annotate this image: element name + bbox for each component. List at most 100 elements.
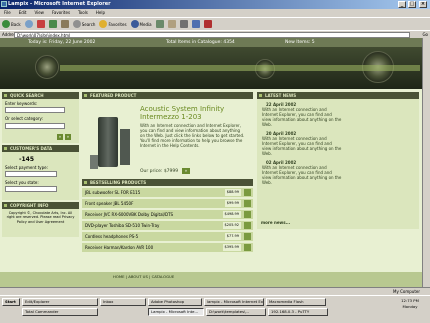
product-row[interactable]: Cordless headphones PS-5 $77.99 [82,232,253,241]
menu-favorites[interactable]: Favorites [52,9,70,17]
cart-icon[interactable] [244,222,251,229]
toolbar: Back Search Favorites Media [0,17,430,30]
taskbar-button[interactable]: lampix - Microsoft Internet Ex... [204,298,264,306]
start-button[interactable]: Start [2,298,20,306]
home-icon[interactable] [60,20,69,28]
taskbar-button[interactable]: D:\work\templates\... [206,308,266,316]
product-name[interactable]: Receiver JVC RX-6000VBK Dolby Digital/DT… [85,212,173,217]
product-name[interactable]: JBL subwoofer SL FOR E115 [85,190,140,195]
minimize-button[interactable]: _ [398,1,406,8]
product-row[interactable]: Receiver JVC RX-6000VBK Dolby Digital/DT… [82,210,253,219]
site-footer [0,272,422,287]
search-button[interactable]: Search [72,20,95,28]
taskbar: Start Edit/Explorer Inbox Adobe Photosho… [0,295,430,323]
news-text: With an Internet connection and Internet… [262,165,342,185]
menu-view[interactable]: View [34,9,44,17]
product-name[interactable]: Cordless headphones PS-5 [85,234,138,239]
payment-label: Select payment type: [5,165,48,170]
featured-product-name[interactable]: Acoustic System Infinity Intermezzo 1-20… [140,105,250,121]
category-select[interactable] [5,123,65,129]
bestselling-list: JBL subwoofer SL FOR E115 $88.99 Front sp… [82,186,253,252]
history-icon[interactable] [155,20,164,28]
product-row[interactable]: Front speaker JBL 5450F $99.99 [82,199,253,208]
taskbar-button[interactable]: Edit/Explorer [22,298,98,306]
product-price: $88.99 [224,189,241,196]
cart-icon[interactable] [244,189,251,196]
print-icon[interactable] [179,20,188,28]
menu-edit[interactable]: Edit [19,9,27,17]
speaker-graphic-left [35,55,59,79]
favorites-button[interactable]: Favorites [99,20,127,28]
product-row[interactable]: DVD-player Toshiba SD-510 Twin-Tray $205.… [82,221,253,230]
stop-icon[interactable] [36,20,45,28]
news-text: With an Internet connection and Internet… [262,107,342,127]
maximize-button[interactable]: □ [408,1,416,8]
taskbar-button[interactable]: Adobe Photoshop [148,298,202,306]
taskbar-button-active[interactable]: Lampix - Microsoft Inte... [148,308,204,316]
cart-icon[interactable] [244,211,251,218]
total-items: Total Items in Catalogue: 4354 [166,40,235,45]
product-row[interactable]: JBL subwoofer SL FOR E115 $88.99 [82,188,253,197]
cart-icon[interactable] [244,200,251,207]
window-titlebar: Lampix - Microsoft Internet Explorer _ □… [0,0,430,9]
web-page: Today is: Friday, 22 June 2002 Total Ite… [0,38,422,287]
menu-tools[interactable]: Tools [78,9,88,17]
news-box: 22 April 2002 With an Internet connectio… [257,99,419,229]
vertical-scrollbar[interactable] [422,38,430,287]
product-price: $77.99 [224,233,241,240]
window-title: Lampix - Microsoft Internet Explorer [8,1,111,7]
keywords-input[interactable] [5,107,65,113]
speaker-small-image [90,155,98,169]
customers-box: -145 Select payment type: Select you sta… [2,152,79,200]
star-icon [99,20,108,28]
speaker-product-image [98,117,118,167]
more-news-link[interactable]: more news... [261,220,290,225]
taskbar-button[interactable]: Macromedia Flash [266,298,326,306]
close-button[interactable]: × [419,1,427,8]
banner-stripe [60,65,420,71]
cart-icon[interactable] [244,244,251,251]
news-text: With an Internet connection and Internet… [262,136,342,156]
taskbar-button[interactable]: Total Commander [22,308,98,316]
state-select[interactable] [5,186,57,192]
edit-icon[interactable] [191,20,200,28]
search-go-button[interactable]: » [57,134,63,140]
featured-buy-button[interactable]: » [182,168,190,174]
refresh-icon[interactable] [48,20,57,28]
forward-arrow-icon[interactable] [24,20,33,28]
back-button[interactable]: Back [2,20,21,28]
product-name[interactable]: Receiver Harman/Kardon AVR 100 [85,245,153,250]
menu-file[interactable]: File [4,9,11,17]
product-name[interactable]: DVD-player Toshiba SD-510 Twin-Tray [85,223,159,228]
customer-value: -145 [19,156,35,163]
quick-search-heading: QUICK SEARCH [2,92,79,99]
footer-nav: HOME | ABOUT US | CATALOGUE [113,274,175,279]
media-button[interactable]: Media [130,20,152,28]
taskbar-button[interactable]: 192.168.0.3 - PuTTY [268,308,328,316]
mail-icon[interactable] [167,20,176,28]
cart-icon[interactable] [244,233,251,240]
discuss-icon[interactable] [203,20,212,28]
footer-catalogue-link[interactable]: CATALOGUE [152,274,175,279]
copyright-text: Copyright ©, Chocolate Arts, Inc. All ri… [2,209,79,237]
media-icon [130,20,139,28]
news-heading: LATEST NEWS [257,92,419,99]
customers-heading: CUSTOMER'S DATA [2,145,79,152]
product-row[interactable]: Receiver Harman/Kardon AVR 100 $395.99 [82,243,253,252]
keywords-label: Enter keywords: [5,101,38,106]
featured-heading: FEATURED PRODUCT [82,92,253,99]
main-column: FEATURED PRODUCT Acoustic System Infinit… [82,92,253,286]
advanced-search-button[interactable]: » [65,134,71,140]
taskbar-button[interactable]: Inbox [100,298,146,306]
new-items: New Items: 5 [285,40,315,45]
payment-select[interactable] [5,171,57,177]
header-banner [0,47,422,89]
product-name[interactable]: Front speaker JBL 5450F [85,201,133,206]
footer-home-link[interactable]: HOME [113,274,125,279]
menu-help[interactable]: Help [96,9,105,17]
system-clock: 12:73 PM Monday [392,298,428,310]
footer-about-link[interactable]: ABOUT US [128,274,148,279]
info-bar: Today is: Friday, 22 June 2002 Total Ite… [0,38,422,47]
today-date: Today is: Friday, 22 June 2002 [28,40,96,45]
address-bar: Address D:\work\07\site\index.html Go [0,30,430,38]
